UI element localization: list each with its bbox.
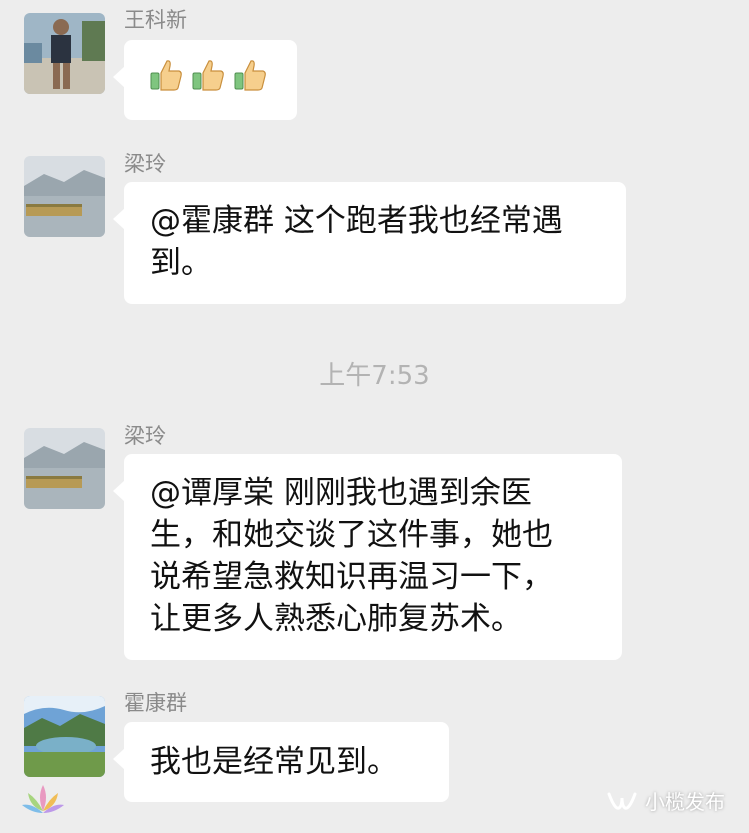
watermark-text: 小榄发布 <box>645 790 725 814</box>
message-text: 说希望急救知识再温习一下， <box>150 559 553 595</box>
message-bubble[interactable] <box>113 40 297 120</box>
avatar[interactable] <box>24 13 105 94</box>
watermark: 小榄发布 <box>607 786 725 815</box>
message-text: 我也是经常见到。 <box>150 744 398 780</box>
sender-name: 王科新 <box>124 8 187 32</box>
sender-name: 霍康群 <box>124 691 187 715</box>
message-text: 生，和她交谈了这件事，她也 <box>150 517 553 553</box>
avatar[interactable] <box>24 696 105 777</box>
lotus-logo-icon <box>22 785 64 813</box>
thumbs-up-icon <box>192 60 224 91</box>
message-text: @霍康群 这个跑者我也经常遇 <box>150 203 563 239</box>
avatar[interactable] <box>24 156 105 237</box>
message-text: @谭厚棠 刚刚我也遇到余医 <box>150 475 532 511</box>
sender-name: 梁玲 <box>124 424 166 448</box>
wechat-channel-icon <box>607 792 637 810</box>
message-text: 让更多人熟悉心肺复苏术。 <box>150 601 522 637</box>
message-bubble[interactable]: @霍康群 这个跑者我也经常遇 到。 <box>113 182 626 304</box>
timestamp: 上午7:53 <box>319 361 430 391</box>
message-bubble[interactable]: @谭厚棠 刚刚我也遇到余医 生，和她交谈了这件事，她也 说希望急救知识再温习一下… <box>113 454 622 660</box>
emoji-reaction <box>148 54 273 96</box>
thumbs-up-icon <box>150 60 182 91</box>
thumbs-up-icon <box>234 60 266 91</box>
message-text: 到。 <box>150 245 212 281</box>
sender-name: 梁玲 <box>124 152 166 176</box>
avatar[interactable] <box>24 428 105 509</box>
message-bubble[interactable]: 我也是经常见到。 <box>113 722 449 802</box>
